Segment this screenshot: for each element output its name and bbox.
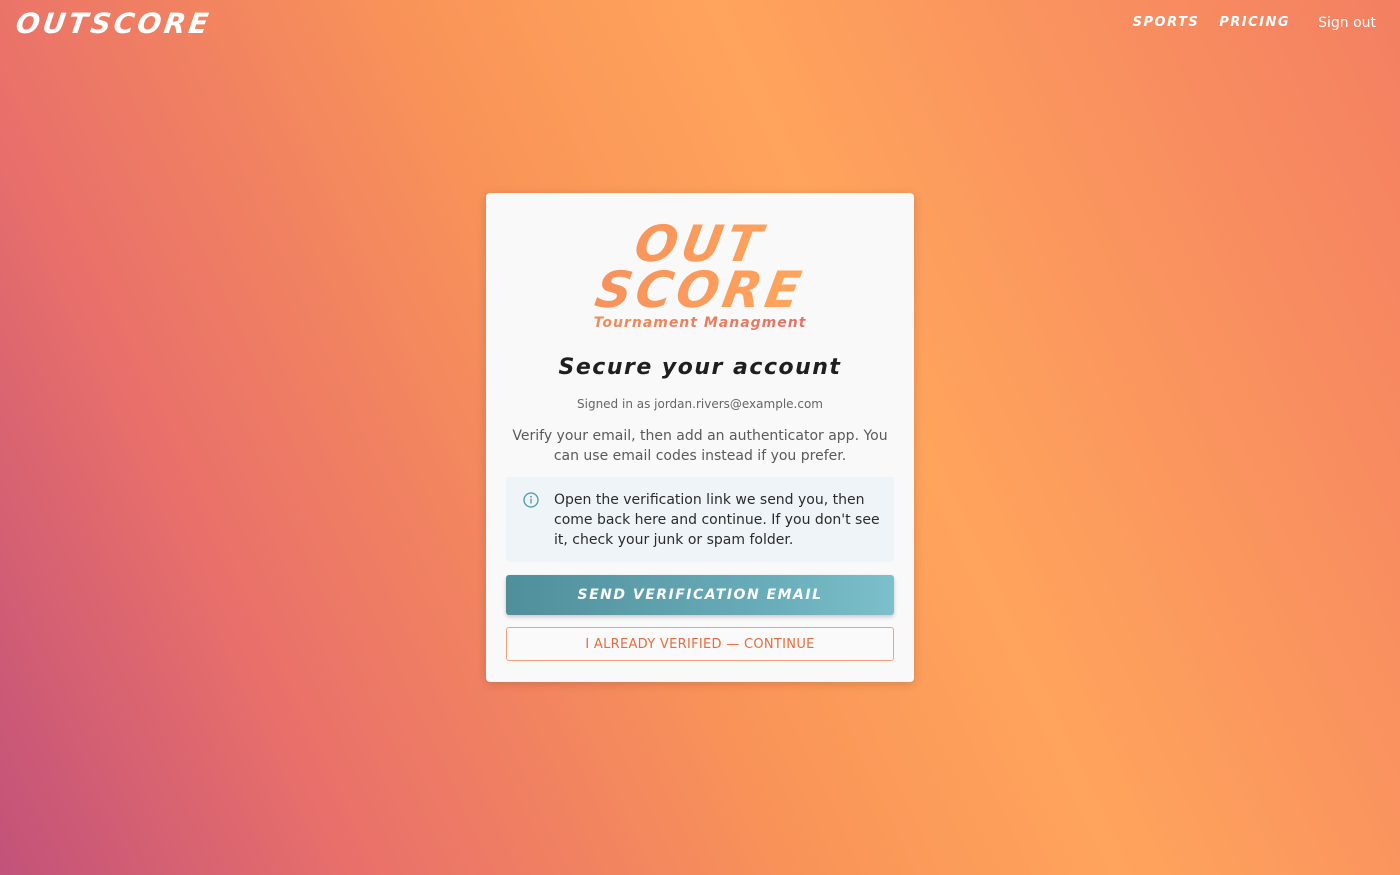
top-navbar: OUTSCORE SPORTS PRICING Sign out <box>0 0 1400 48</box>
info-alert: Open the verification link we send you, … <box>506 477 894 562</box>
nav-pricing-link[interactable]: PRICING <box>1219 13 1290 33</box>
already-verified-continue-button[interactable]: I ALREADY VERIFIED — CONTINUE <box>506 627 894 661</box>
brand-logo[interactable]: OUTSCORE <box>14 7 213 40</box>
sign-out-link[interactable]: Sign out <box>1318 13 1376 33</box>
info-alert-text: Open the verification link we send you, … <box>554 492 880 548</box>
signed-in-text: Signed in as jordan.rivers@example.com <box>577 397 823 411</box>
nav-sports-link[interactable]: SPORTS <box>1133 13 1200 33</box>
logo-line-2: SCORE <box>482 261 918 319</box>
send-verification-email-button[interactable]: SEND VERIFICATION EMAIL <box>506 575 894 615</box>
intro-text: Verify your email, then add an authentic… <box>512 428 888 464</box>
page-title: Secure your account <box>558 355 842 380</box>
info-circle-icon <box>523 492 539 508</box>
secure-account-card: OUT SCORE Tournament Managment Secure yo… <box>486 193 914 682</box>
outscore-logo: OUT SCORE Tournament Managment <box>486 215 914 331</box>
nav-links: SPORTS PRICING Sign out <box>1133 13 1376 33</box>
